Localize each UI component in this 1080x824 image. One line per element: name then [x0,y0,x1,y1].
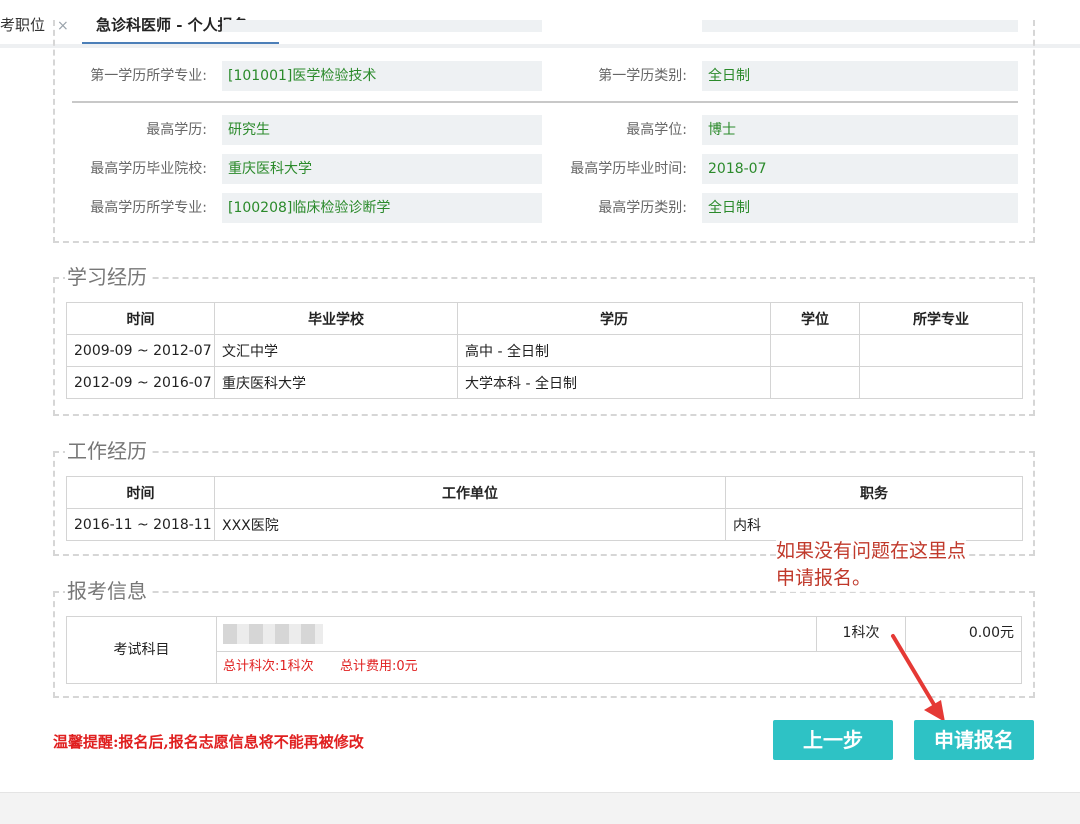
prev-step-button[interactable]: 上一步 [773,720,893,760]
reminder-text: 温馨提醒:报名后,报名志愿信息将不能再被修改 [53,733,364,751]
annotation-arrow-icon [891,634,945,722]
bottom-bar [0,792,1080,824]
submit-application-button[interactable]: 申请报名 [914,720,1034,760]
